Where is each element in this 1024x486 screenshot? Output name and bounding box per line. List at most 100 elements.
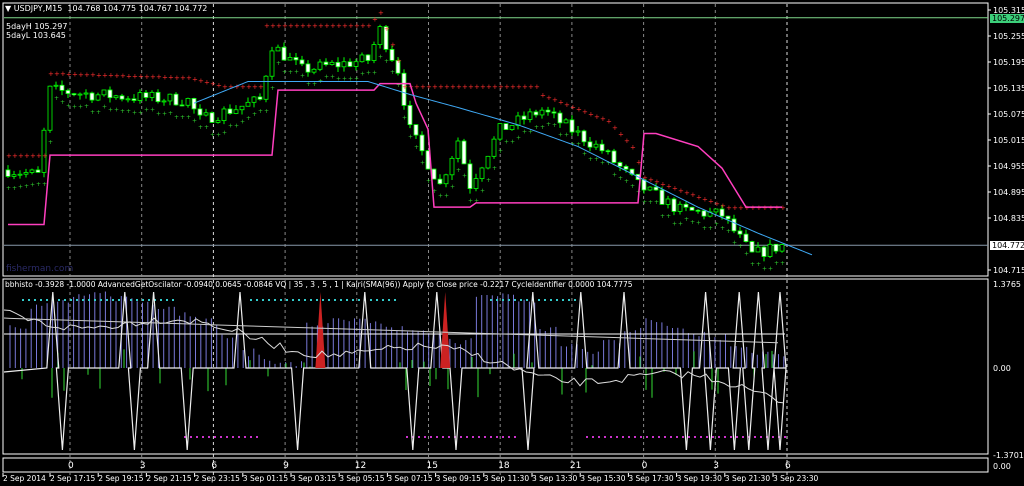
red-spike xyxy=(440,292,451,368)
magenta-dot xyxy=(670,436,672,438)
time-label: 3 Sep 19:30 xyxy=(676,474,722,483)
candle xyxy=(215,120,221,123)
support-dot: + xyxy=(672,220,677,227)
cyan-dot xyxy=(538,299,540,301)
cyan-dot xyxy=(70,299,72,301)
cyan-dot xyxy=(544,299,546,301)
support-dot: + xyxy=(660,213,665,220)
magenta-dot xyxy=(664,436,666,438)
candle xyxy=(107,89,113,99)
support-dot: + xyxy=(516,134,521,141)
magenta-dot xyxy=(754,436,756,438)
cycle-label: 12 xyxy=(354,461,367,471)
candle xyxy=(497,123,503,140)
cyan-dot xyxy=(262,299,264,301)
cyan-dot xyxy=(394,299,396,301)
candle xyxy=(233,109,239,114)
support-dot: + xyxy=(618,175,623,182)
cycle-axis-label: 0.00 xyxy=(993,462,1011,471)
support-dot: + xyxy=(6,185,11,192)
indicator-pane[interactable] xyxy=(3,291,787,451)
support-dot: + xyxy=(126,108,131,115)
candle xyxy=(587,141,593,148)
price-axis-label: 104.835 xyxy=(993,214,1024,223)
support-dot: + xyxy=(582,151,587,158)
support-dot: + xyxy=(426,178,431,185)
support-dot: + xyxy=(54,95,59,102)
resistance-dot: + xyxy=(42,152,48,160)
price-axis-label: 104.955 xyxy=(993,162,1024,171)
candle xyxy=(755,246,761,253)
support-dot: + xyxy=(588,156,593,163)
time-label: 2 Sep 23:15 xyxy=(194,474,240,483)
cyan-dot xyxy=(304,299,306,301)
support-dot: + xyxy=(180,114,185,121)
candle xyxy=(773,243,779,252)
magenta-dot xyxy=(478,436,480,438)
cyan-dot xyxy=(352,299,354,301)
candle xyxy=(449,157,455,176)
support-dot: + xyxy=(414,144,419,151)
dropdown-triangle-icon[interactable]: ▼ xyxy=(5,4,11,13)
cyan-dot xyxy=(34,299,36,301)
magenta-dot xyxy=(712,436,714,438)
cyan-dot xyxy=(316,299,318,301)
support-dot: + xyxy=(222,129,227,136)
price-pane[interactable]: + + + + + + + + + + + + + + + + + + + + + + + + + + + + + + + + + + + + + + + +… xyxy=(4,9,988,272)
support-dot: + xyxy=(252,111,257,118)
resistance-dot: + xyxy=(378,9,384,17)
support-dot: + xyxy=(156,110,161,117)
support-dot: + xyxy=(780,260,785,267)
candle xyxy=(473,178,479,189)
support-dot: + xyxy=(498,148,503,155)
cyan-dot xyxy=(112,299,114,301)
candle xyxy=(173,93,179,106)
candle xyxy=(431,168,437,180)
magenta-dot xyxy=(472,436,474,438)
cyan-dot xyxy=(148,299,150,301)
candle xyxy=(323,61,329,65)
cyan-dot xyxy=(286,299,288,301)
support-dot: + xyxy=(12,185,17,192)
cyan-dot xyxy=(502,299,504,301)
support-dot: + xyxy=(330,73,335,80)
cyan-dot xyxy=(298,299,300,301)
magenta-dot xyxy=(256,436,258,438)
candle xyxy=(719,208,725,217)
support-dot: + xyxy=(486,177,491,184)
support-dot: + xyxy=(402,114,407,121)
magenta-dot xyxy=(430,436,432,438)
cyan-dot xyxy=(280,299,282,301)
support-dot: + xyxy=(234,122,239,129)
candle xyxy=(83,92,89,95)
support-dot: + xyxy=(78,104,83,111)
candle xyxy=(467,163,473,189)
candle xyxy=(155,91,161,103)
support-dot: + xyxy=(384,58,389,65)
candle xyxy=(299,59,305,65)
support-dot: + xyxy=(630,183,635,190)
candle xyxy=(623,165,629,170)
candle xyxy=(281,46,287,61)
cyan-dot xyxy=(28,299,30,301)
candle xyxy=(149,91,155,98)
cyan-dot xyxy=(274,299,276,301)
price-axis-label: 105.015 xyxy=(993,136,1024,145)
support-dot: + xyxy=(30,181,35,188)
candle xyxy=(269,50,275,77)
support-dot: + xyxy=(102,104,107,111)
cyan-dot xyxy=(142,299,144,301)
support-dot: + xyxy=(270,85,275,92)
cyan-dot xyxy=(118,299,120,301)
support-dot: + xyxy=(378,53,383,60)
cyan-dot xyxy=(292,299,294,301)
support-dot: + xyxy=(462,173,467,180)
cyan-dot xyxy=(106,299,108,301)
candle xyxy=(521,115,527,120)
support-dot: + xyxy=(708,225,713,232)
support-dot: + xyxy=(306,81,311,88)
support-dot: + xyxy=(768,265,773,272)
candle xyxy=(59,84,65,91)
support-dot: + xyxy=(174,114,179,121)
candle xyxy=(605,150,611,153)
